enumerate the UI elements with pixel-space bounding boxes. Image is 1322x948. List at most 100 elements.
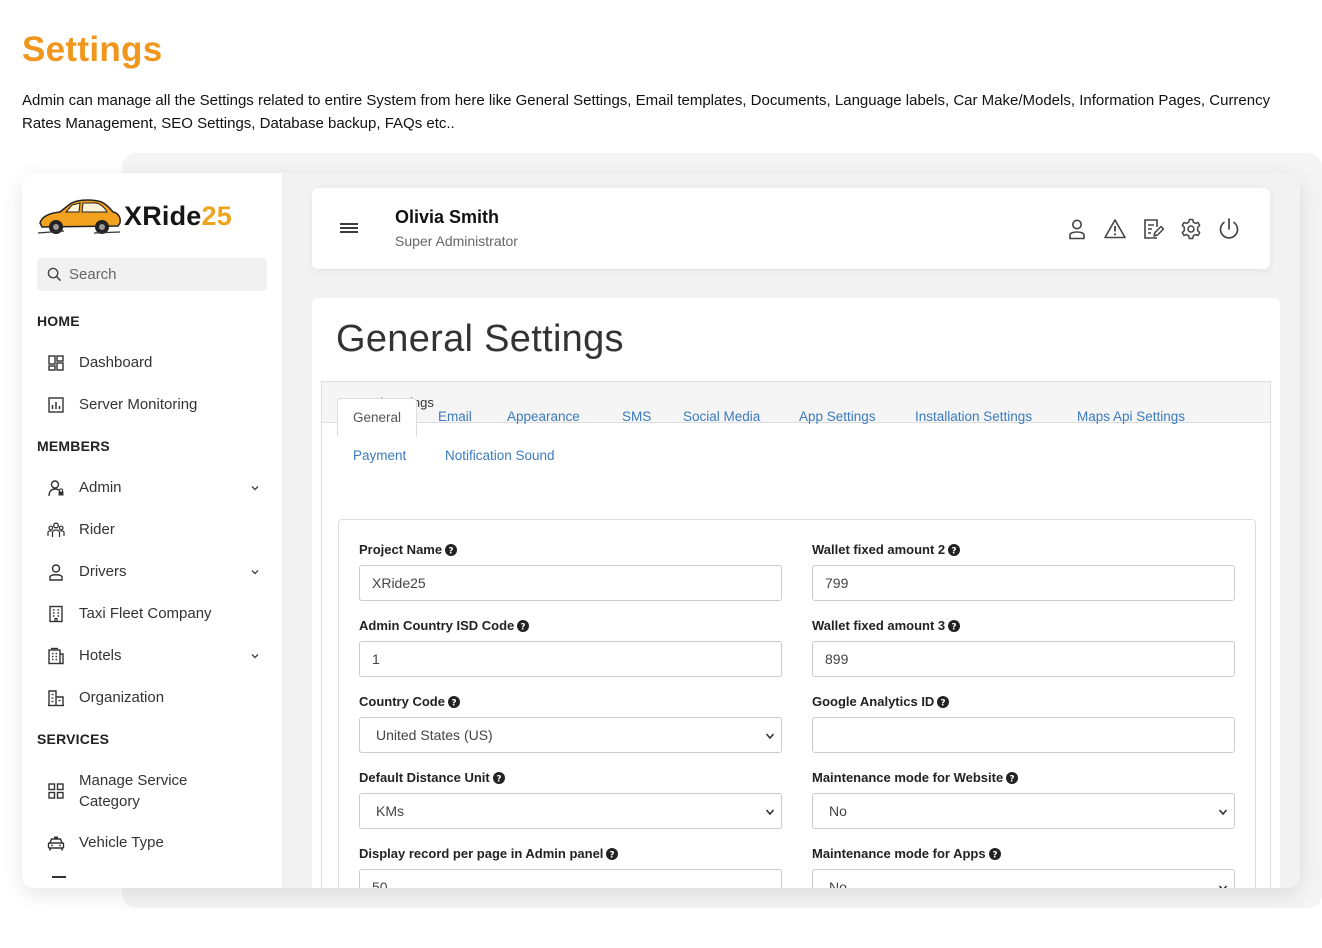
sidebar-item-label: Rider: [79, 521, 115, 538]
edit-notes-button[interactable]: [1141, 217, 1165, 241]
logout-button[interactable]: [1217, 217, 1241, 241]
brand-name-accent: 25: [201, 200, 232, 231]
records-per-page-input[interactable]: [359, 869, 782, 888]
tab-installation-settings[interactable]: Installation Settings: [915, 409, 1032, 424]
section-home: HOME: [37, 313, 80, 329]
profile-button[interactable]: [1065, 217, 1089, 241]
help-icon[interactable]: ?: [492, 771, 505, 784]
tab-app-settings[interactable]: App Settings: [799, 409, 876, 424]
maintenance-website-label: Maintenance mode for Website?: [812, 770, 1019, 785]
user-name: Olivia Smith: [395, 207, 500, 227]
grid-icon: [46, 781, 66, 801]
chevron-down-icon: [765, 733, 775, 740]
building-icon: [46, 604, 66, 624]
sidebar-item-label: Hotels: [79, 647, 122, 664]
brand-logo[interactable]: XRide25: [36, 191, 232, 241]
sidebar-item-label: Organization: [79, 689, 165, 706]
help-icon[interactable]: ?: [937, 695, 950, 708]
page-title: General Settings: [336, 318, 624, 360]
sidebar-item-dashboard[interactable]: Dashboard: [46, 352, 268, 373]
svg-text:?: ?: [496, 774, 501, 784]
help-icon[interactable]: ?: [988, 847, 1001, 860]
sidebar-item-vehicle-type[interactable]: Vehicle Type: [46, 832, 268, 853]
sidebar-item-label: Vehicle Type: [79, 834, 164, 851]
main-content: General Settings General Settings Genera…: [312, 298, 1280, 888]
help-icon[interactable]: ?: [948, 619, 961, 632]
svg-text:?: ?: [448, 546, 453, 556]
sidebar-item-label: Dashboard: [79, 354, 153, 371]
tab-sms[interactable]: SMS: [622, 409, 651, 424]
distance-unit-select[interactable]: KMs: [359, 793, 782, 829]
tab-social-media[interactable]: Social Media: [683, 409, 760, 424]
maintenance-apps-label: Maintenance mode for Apps?: [812, 846, 1001, 861]
chevron-down-icon: [1218, 809, 1228, 816]
general-settings-form: Project Name? Wallet fixed amount 2? Adm…: [338, 519, 1256, 888]
settings-button[interactable]: [1179, 217, 1203, 241]
wallet-amount-3-input[interactable]: [812, 641, 1235, 677]
sidebar: XRide25 HOME Dashboard Server Monitoring…: [22, 173, 282, 888]
help-icon[interactable]: ?: [1006, 771, 1019, 784]
tab-notification-sound[interactable]: Notification Sound: [445, 448, 555, 463]
help-icon[interactable]: ?: [447, 695, 460, 708]
chevron-down-icon: [765, 809, 775, 816]
sidebar-item-drivers[interactable]: Drivers: [46, 561, 268, 582]
power-icon: [1219, 218, 1239, 239]
tab-payment[interactable]: Payment: [353, 448, 406, 463]
user-role: Super Administrator: [395, 233, 518, 249]
riders-group-icon: [46, 520, 66, 540]
project-name-input[interactable]: [359, 565, 782, 601]
distance-unit-label: Default Distance Unit?: [359, 770, 505, 785]
sidebar-item-taxi-fleet-company[interactable]: Taxi Fleet Company: [46, 603, 268, 624]
taxi-icon: [46, 833, 66, 853]
tab-appearance[interactable]: Appearance: [507, 409, 580, 424]
help-icon[interactable]: ?: [948, 543, 961, 556]
dashboard-icon: [46, 353, 66, 373]
tab-general[interactable]: General: [337, 398, 418, 437]
help-icon[interactable]: ?: [606, 847, 619, 860]
section-services: SERVICES: [37, 731, 110, 747]
help-icon[interactable]: ?: [445, 543, 458, 556]
sidebar-search[interactable]: [37, 258, 267, 291]
tab-email[interactable]: Email: [438, 409, 472, 424]
chevron-down-icon: [251, 653, 259, 658]
alert-triangle-icon: [1104, 219, 1126, 239]
country-code-select[interactable]: United States (US): [359, 717, 782, 753]
admin-user-icon: [46, 478, 66, 498]
sidebar-item-server-monitoring[interactable]: Server Monitoring: [46, 394, 268, 415]
sidebar-item-admin[interactable]: Admin: [46, 477, 268, 498]
maintenance-website-select[interactable]: No: [812, 793, 1235, 829]
intro-description: Admin can manage all the Settings relate…: [22, 92, 1271, 132]
analytics-id-label: Google Analytics ID?: [812, 694, 950, 709]
tab-maps-api-settings[interactable]: Maps Api Settings: [1077, 409, 1185, 424]
settings-panel: General Settings General Email Appearanc…: [321, 381, 1271, 888]
sidebar-item-manage-service-category[interactable]: Manage Service Category: [46, 770, 268, 812]
car-icon: [37, 199, 121, 234]
analytics-id-input[interactable]: [812, 717, 1235, 753]
svg-text:?: ?: [451, 698, 456, 708]
sidebar-item-rider[interactable]: Rider: [46, 519, 268, 540]
wallet-amount-2-label: Wallet fixed amount 2?: [812, 542, 961, 557]
alerts-button[interactable]: [1103, 217, 1127, 241]
search-icon: [47, 267, 62, 282]
monitor-icon: [46, 395, 66, 415]
svg-text:?: ?: [952, 546, 957, 556]
sidebar-item-label: Server Monitoring: [79, 396, 198, 413]
search-input[interactable]: [69, 266, 259, 283]
menu-icon[interactable]: [339, 219, 359, 237]
driver-icon: [46, 562, 66, 582]
isd-code-input[interactable]: [359, 641, 782, 677]
hotel-icon: [46, 646, 66, 666]
brand-name: XRide: [124, 200, 202, 231]
edit-note-icon: [1144, 219, 1165, 239]
sidebar-item-hotels[interactable]: Hotels: [46, 645, 268, 666]
sidebar-item-organization[interactable]: Organization: [46, 687, 268, 708]
wallet-amount-2-input[interactable]: [812, 565, 1235, 601]
svg-text:?: ?: [992, 850, 997, 860]
svg-text:?: ?: [1010, 774, 1015, 784]
wallet-amount-3-label: Wallet fixed amount 3?: [812, 618, 961, 633]
header-bar: Olivia Smith Super Administrator: [312, 188, 1270, 269]
maintenance-apps-select[interactable]: No: [812, 869, 1235, 888]
records-per-page-label: Display record per page in Admin panel?: [359, 846, 619, 861]
help-icon[interactable]: ?: [517, 619, 530, 632]
sidebar-item-label: Drivers: [79, 563, 127, 580]
